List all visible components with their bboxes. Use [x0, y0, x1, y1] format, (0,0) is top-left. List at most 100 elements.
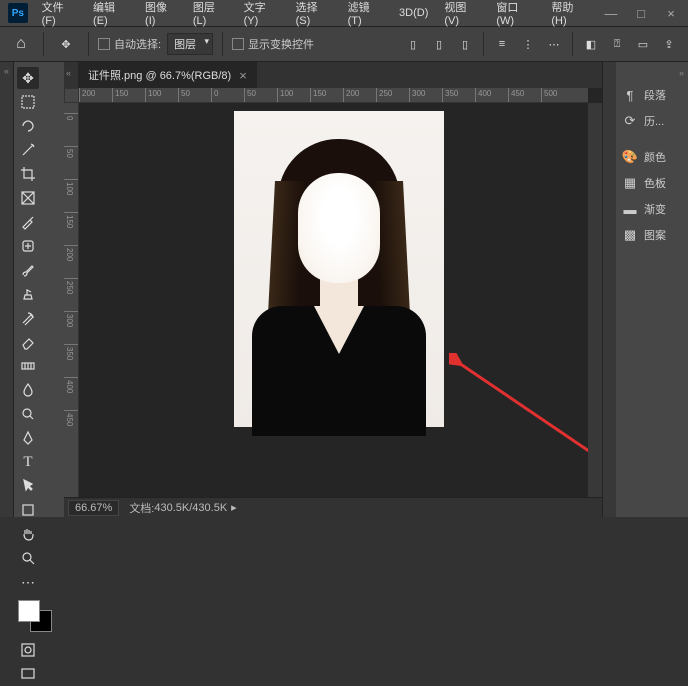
menu-image[interactable]: 图像(I)	[137, 0, 185, 26]
shape-tool[interactable]	[17, 499, 39, 521]
menu-3d[interactable]: 3D(D)	[391, 0, 436, 26]
panel-dock: » ¶ 段落 ⟳ 历... 🎨颜色 ▦ 色板 ▬ 渐变 ▩ 图案	[616, 62, 688, 517]
menu-view[interactable]: 视图(V)	[436, 0, 488, 26]
magic-wand-tool[interactable]	[17, 139, 39, 161]
panel-label: 色板	[644, 175, 666, 191]
more-icon[interactable]: ⋯	[543, 31, 565, 57]
menu-type[interactable]: 文字(Y)	[236, 0, 288, 26]
canvas-viewport[interactable]	[79, 103, 588, 497]
paragraph-icon: ¶	[622, 88, 638, 102]
gradient-icon: ▬	[622, 202, 638, 216]
auto-select-checkbox[interactable]: 自动选择:	[98, 36, 161, 52]
panel-label: 颜色	[644, 149, 666, 165]
type-tool[interactable]: T	[17, 451, 39, 473]
patterns-icon: ▩	[622, 228, 638, 242]
home-icon[interactable]: ⌂	[8, 31, 34, 57]
panel-swatches[interactable]: ▦ 色板	[616, 170, 688, 196]
divider	[572, 32, 573, 56]
distribute-v-icon[interactable]: ⋮	[517, 31, 539, 57]
chevron-left-icon[interactable]: «	[66, 68, 71, 78]
eyedropper-tool[interactable]	[17, 211, 39, 233]
menu-help[interactable]: 帮助(H)	[543, 0, 596, 26]
rect-marquee-tool[interactable]	[17, 91, 39, 113]
panel-paragraph[interactable]: ¶ 段落	[616, 82, 688, 108]
zoom-tool[interactable]	[17, 547, 39, 569]
path-select-tool[interactable]	[17, 475, 39, 497]
distribute-h-icon[interactable]: ≡	[491, 31, 513, 57]
panel-patterns[interactable]: ▩ 图案	[616, 222, 688, 248]
menu-layer[interactable]: 图层(L)	[185, 0, 236, 26]
pen-tool[interactable]	[17, 427, 39, 449]
quickmask-tool[interactable]	[17, 639, 39, 661]
frame-tool[interactable]	[17, 187, 39, 209]
brush-tool[interactable]	[17, 259, 39, 281]
dodge-tool[interactable]	[17, 403, 39, 425]
divider	[222, 32, 223, 56]
move-tool-indicator-icon[interactable]: ✥	[53, 31, 79, 57]
scrollbar-vertical[interactable]	[588, 103, 602, 497]
annotation-arrow	[449, 353, 588, 473]
foreground-color[interactable]	[18, 600, 40, 622]
menu-edit[interactable]: 编辑(E)	[85, 0, 137, 26]
blur-tool[interactable]	[17, 379, 39, 401]
auto-select-target-dropdown[interactable]: 图层	[167, 33, 213, 55]
auto-select-label: 自动选择:	[114, 36, 161, 52]
menu-window[interactable]: 窗口(W)	[488, 0, 543, 26]
history-brush-tool[interactable]	[17, 307, 39, 329]
tab-close-button[interactable]: ×	[239, 68, 247, 83]
ruler-origin[interactable]	[64, 88, 79, 103]
panel-gradient[interactable]: ▬ 渐变	[616, 196, 688, 222]
document-canvas[interactable]	[234, 111, 444, 427]
menu-select[interactable]: 选择(S)	[288, 0, 340, 26]
panel-color[interactable]: 🎨颜色	[616, 144, 688, 170]
eraser-tool[interactable]	[17, 331, 39, 353]
align-left-icon[interactable]: ▯	[402, 31, 424, 57]
window-close-button[interactable]: ×	[656, 3, 686, 23]
swatches-icon: ▦	[622, 176, 638, 190]
workspace-icon[interactable]: ▭	[632, 31, 654, 57]
edit-toolbar[interactable]: ⋯	[17, 571, 39, 593]
screenmode-tool[interactable]	[17, 663, 39, 685]
document-tab[interactable]: 证件照.png @ 66.7%(RGB/8) ×	[78, 62, 257, 88]
tool-collapse-strip[interactable]: «	[0, 62, 14, 517]
color-swatches[interactable]	[16, 600, 62, 634]
app-logo: Ps	[8, 3, 28, 23]
lasso-tool[interactable]	[17, 115, 39, 137]
crop-tool[interactable]	[17, 163, 39, 185]
hand-tool[interactable]	[17, 523, 39, 545]
divider	[43, 32, 44, 56]
panel-label: 历...	[644, 113, 664, 129]
search-icon[interactable]: ⍰	[606, 31, 628, 57]
align-center-icon[interactable]: ▯	[428, 31, 450, 57]
zoom-input[interactable]: 66.67%	[68, 500, 119, 516]
ruler-vertical[interactable]: 050100150200250300350400450	[64, 103, 79, 497]
panel-label: 图案	[644, 227, 666, 243]
tab-title: 证件照.png @ 66.7%(RGB/8)	[88, 67, 231, 83]
align-right-icon[interactable]: ▯	[454, 31, 476, 57]
healing-tool[interactable]	[17, 235, 39, 257]
ruler-horizontal[interactable]: 2001501005005010015020025030035040045050…	[79, 88, 588, 103]
panel-label: 渐变	[644, 201, 666, 217]
show-transform-checkbox[interactable]: 显示变换控件	[232, 36, 314, 52]
photo-face	[298, 173, 380, 283]
window-minimize-button[interactable]: —	[596, 3, 626, 23]
panel-history[interactable]: ⟳ 历...	[616, 108, 688, 134]
toolbox: ✥ T ⋯	[14, 62, 64, 517]
chevron-right-icon[interactable]: »	[616, 68, 688, 82]
share-icon[interactable]: ⇪	[658, 31, 680, 57]
divider	[483, 32, 484, 56]
window-maximize-button[interactable]: □	[626, 3, 656, 23]
divider	[88, 32, 89, 56]
3d-mode-icon[interactable]: ◧	[580, 31, 602, 57]
panel-label: 段落	[644, 87, 666, 103]
chevron-right-icon[interactable]: ▸	[231, 501, 237, 514]
clone-stamp-tool[interactable]	[17, 283, 39, 305]
status-bar: 66.67% 文档: 430.5K/430.5K ▸	[64, 497, 602, 517]
panel-collapse-strip[interactable]	[602, 62, 616, 517]
gradient-tool[interactable]	[17, 355, 39, 377]
history-icon: ⟳	[622, 114, 638, 128]
chevron-left-icon: «	[4, 66, 9, 76]
move-tool[interactable]: ✥	[17, 67, 39, 89]
menu-file[interactable]: 文件(F)	[34, 0, 85, 26]
menu-filter[interactable]: 滤镜(T)	[340, 0, 391, 26]
